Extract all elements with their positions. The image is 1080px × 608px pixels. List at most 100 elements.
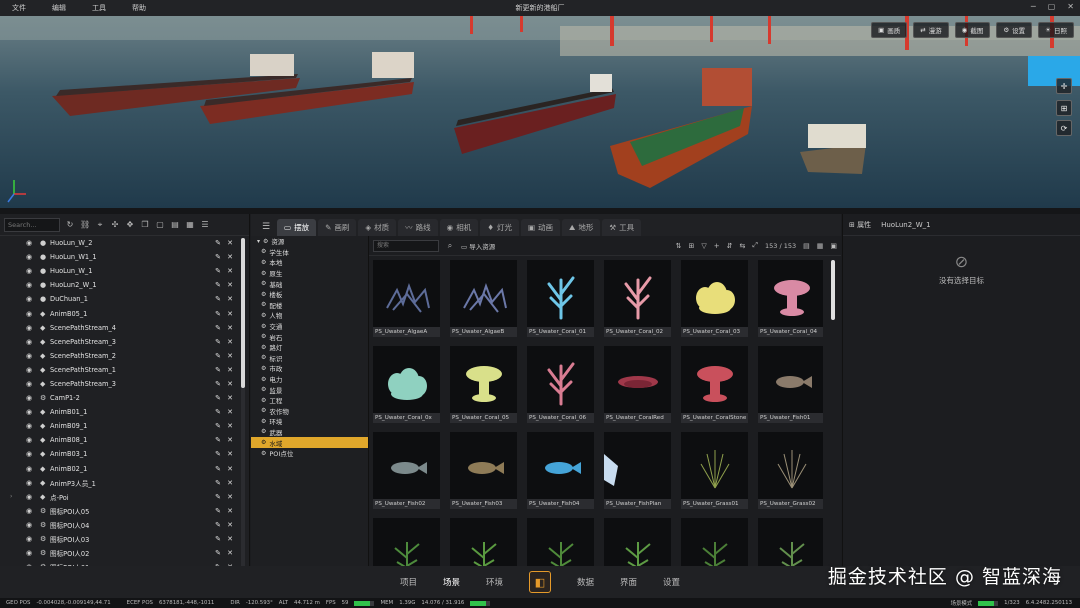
close-icon[interactable]: ✕ (227, 450, 233, 458)
outliner-row[interactable]: ◉ ⚙ 图标POI人04 ✎ ✕ (0, 518, 239, 532)
asset-card[interactable]: PS_Uwater_Fish02 (373, 432, 440, 509)
settings-button[interactable]: ⚙ 设置 (996, 22, 1033, 38)
menu-tools[interactable]: 工具 (92, 3, 106, 13)
outliner-row[interactable]: ◉ ● HuoLun_W_2 ✎ ✕ (0, 236, 239, 250)
edit-icon[interactable]: ✎ (215, 408, 221, 416)
focus-icon[interactable]: ⌖ (95, 220, 105, 230)
asset-card[interactable]: PS_Uwater_Coral_04 (758, 260, 823, 337)
outliner-row[interactable]: ◉ ● HuoLun2_W_1 ✎ ✕ (0, 278, 239, 292)
maximize-icon[interactable]: ▢ (1048, 2, 1056, 11)
visibility-icon[interactable]: ◉ (26, 535, 40, 543)
close-icon[interactable]: ✕ (227, 253, 233, 261)
visibility-icon[interactable]: ◉ (26, 253, 40, 261)
close-icon[interactable]: ✕ (227, 436, 233, 444)
edit-icon[interactable]: ✎ (215, 267, 221, 275)
category-item[interactable]: ⚙ 原生 (251, 268, 368, 279)
edit-icon[interactable]: ✎ (215, 295, 221, 303)
menu-help[interactable]: 帮助 (132, 3, 146, 13)
nav-data[interactable]: 数据 (577, 576, 594, 588)
visibility-icon[interactable]: ◉ (26, 479, 40, 487)
visibility-icon[interactable]: ◉ (26, 465, 40, 473)
asset-scrollbar[interactable] (831, 260, 835, 320)
close-icon[interactable]: ✕ (227, 310, 233, 318)
edit-icon[interactable]: ✎ (215, 253, 221, 261)
outliner-row[interactable]: ◉ ◆ AnimP3人员_1 ✎ ✕ (0, 476, 239, 490)
tab-brush[interactable]: ✎ 画刷 (318, 219, 357, 236)
outliner-row[interactable]: ◉ ⚙ CamP1-2 ✎ ✕ (0, 391, 239, 405)
edit-icon[interactable]: ✎ (215, 465, 221, 473)
asset-card[interactable]: PS_Uwater_Plant02 (450, 518, 517, 566)
tab-material[interactable]: ◈ 材质 (358, 219, 397, 236)
category-item[interactable]: ⚙ 配楼 (251, 300, 368, 311)
category-item[interactable]: ⚙ 农作物 (251, 406, 368, 417)
outliner-row[interactable]: ◉ ◆ ScenePathStream_3 ✎ ✕ (0, 335, 239, 349)
category-item[interactable]: ⚙ 交通 (251, 321, 368, 332)
visibility-icon[interactable]: ◉ (26, 450, 40, 458)
edit-icon[interactable]: ✎ (215, 436, 221, 444)
close-icon[interactable]: ✕ (227, 380, 233, 388)
visibility-icon[interactable]: ◉ (26, 239, 40, 247)
edit-icon[interactable]: ✎ (215, 493, 221, 501)
screenshot-button[interactable]: ◉ 截图 (954, 22, 991, 38)
asset-card[interactable]: PS_Uwater_Plant05 (681, 518, 748, 566)
visibility-icon[interactable]: ◉ (26, 324, 40, 332)
close-icon[interactable]: ✕ (227, 507, 233, 515)
visibility-icon[interactable]: ◉ (26, 521, 40, 529)
nav-environment[interactable]: 环境 (486, 576, 503, 588)
asset-card[interactable]: PS_Uwater_Coral_0x (373, 346, 440, 423)
outliner-row[interactable]: ◉ ◆ ScenePathStream_3 ✎ ✕ (0, 377, 239, 391)
close-icon[interactable]: ✕ (227, 408, 233, 416)
visibility-icon[interactable]: ◉ (26, 281, 40, 289)
asset-card[interactable]: PS_Uwater_Fish01 (758, 346, 823, 423)
edit-icon[interactable]: ✎ (215, 394, 221, 402)
visibility-icon[interactable]: ◉ (26, 295, 40, 303)
tab-animation[interactable]: ▣ 动画 (520, 219, 561, 236)
outliner-row[interactable]: ◉ ◆ ScenePathStream_4 ✎ ✕ (0, 321, 239, 335)
edit-icon[interactable]: ✎ (215, 338, 221, 346)
category-item[interactable]: ⚙ 武器 (251, 427, 368, 438)
expand-icon[interactable]: ⤢ (752, 241, 758, 250)
visibility-icon[interactable]: ◉ (26, 436, 40, 444)
filter-icon[interactable]: ▽ (701, 242, 706, 250)
close-icon[interactable]: ✕ (227, 422, 233, 430)
close-icon[interactable]: ✕ (227, 239, 233, 247)
outliner-row[interactable]: ◉ ● DuChuan_1 ✎ ✕ (0, 292, 239, 306)
category-item[interactable]: ⚙ 人物 (251, 310, 368, 321)
outliner-row[interactable]: ◉ ◆ AnimB08_1 ✎ ✕ (0, 433, 239, 447)
quality-button[interactable]: ▣ 画质 (871, 22, 908, 38)
outliner-row[interactable]: ◉ ◆ AnimB05_1 ✎ ✕ (0, 306, 239, 320)
category-item[interactable]: ⚙ 标识 (251, 353, 368, 364)
refresh-icon[interactable]: ↻ (65, 220, 75, 230)
chevron-right-icon[interactable]: › (10, 493, 26, 500)
close-icon[interactable]: ✕ (227, 535, 233, 543)
outliner-row[interactable]: ◉ ◆ AnimB09_1 ✎ ✕ (0, 419, 239, 433)
tile-view-icon[interactable]: ▦ (817, 242, 824, 250)
edit-icon[interactable]: ✎ (215, 479, 221, 487)
visibility-icon[interactable]: ◉ (26, 549, 40, 557)
edit-icon[interactable]: ✎ (215, 549, 221, 557)
roam-button[interactable]: ⇄ 漫游 (913, 22, 949, 38)
category-item[interactable]: ⚙ 环境 (251, 416, 368, 427)
edit-icon[interactable]: ✎ (215, 352, 221, 360)
asset-card[interactable]: PS_Uwater_Grass02 (758, 432, 823, 509)
category-item[interactable]: ⚙ 监景 (251, 384, 368, 395)
close-icon[interactable]: ✕ (227, 549, 233, 557)
asset-card[interactable]: PS_Uwater_Plant04 (604, 518, 671, 566)
edit-icon[interactable]: ✎ (215, 422, 221, 430)
outliner-row[interactable]: ◉ ⚙ 图标POI人03 ✎ ✕ (0, 532, 239, 546)
asset-card[interactable]: PS_Uwater_Grass01 (681, 432, 748, 509)
category-item[interactable]: ⚙ 水域 (251, 437, 368, 448)
move-icon[interactable]: ✥ (125, 220, 135, 230)
3d-viewport[interactable]: ▣ 画质 ⇄ 漫游 ◉ 截图 ⚙ 设置 ☀ 日照 ✛ ⊞ ⟳ (0, 16, 1080, 208)
category-item[interactable]: ⚙ 路灯 (251, 342, 368, 353)
edit-icon[interactable]: ✎ (215, 535, 221, 543)
visibility-icon[interactable]: ◉ (26, 422, 40, 430)
nav-interface[interactable]: 界面 (620, 576, 637, 588)
copy-icon[interactable]: ❐ (140, 220, 150, 230)
frame-icon[interactable]: ▢ (155, 220, 165, 230)
edit-icon[interactable]: ✎ (215, 507, 221, 515)
tab-route[interactable]: 〰路线 (398, 219, 438, 236)
menu-file[interactable]: 文件 (12, 3, 26, 13)
map-icon[interactable]: ⊞ (1056, 100, 1072, 116)
asset-card[interactable]: PS_Uwater_AlgaeB (450, 260, 517, 337)
